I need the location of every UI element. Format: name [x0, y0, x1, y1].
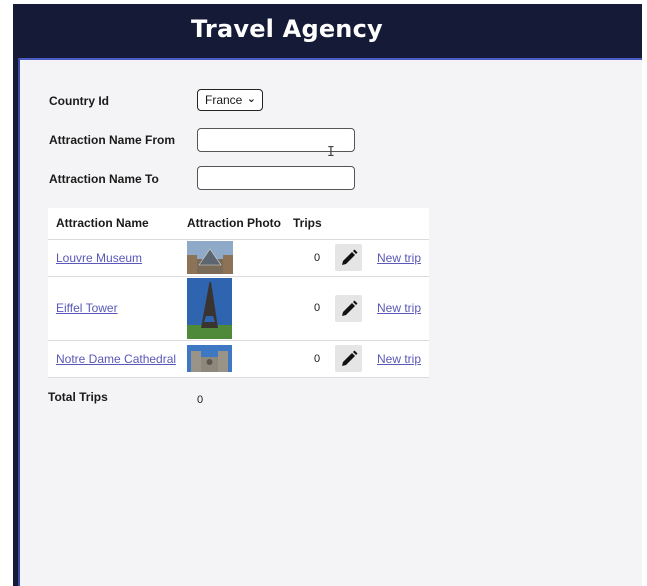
table-row: Notre Dame Cathedral 0 New trip — [48, 341, 429, 378]
total-trips-label: Total Trips — [48, 390, 108, 404]
column-header-attraction-photo: Attraction Photo — [187, 216, 281, 230]
table-row: Eiffel Tower 0 New trip — [48, 277, 429, 341]
table-row: Louvre Museum 0 New trip — [48, 239, 429, 277]
total-trips-value: 0 — [197, 394, 204, 406]
new-trip-link[interactable]: New trip — [377, 251, 421, 265]
attraction-name-to-input[interactable] — [197, 166, 355, 190]
column-header-trips: Trips — [293, 216, 322, 230]
new-trip-link[interactable]: New trip — [377, 352, 421, 366]
country-id-label: Country Id — [49, 94, 109, 108]
trips-count: 0 — [314, 302, 321, 314]
trips-count: 0 — [314, 252, 321, 264]
country-select[interactable]: France ⌄ — [197, 89, 263, 111]
attraction-link[interactable]: Notre Dame Cathedral — [56, 352, 176, 366]
app-title: Travel Agency — [191, 15, 383, 43]
chevron-down-icon: ⌄ — [246, 93, 256, 105]
pencil-icon — [341, 350, 357, 366]
new-trip-link[interactable]: New trip — [377, 301, 421, 315]
attraction-photo — [187, 241, 233, 274]
column-header-attraction-name: Attraction Name — [56, 216, 149, 230]
edit-button[interactable] — [335, 295, 362, 322]
side-rail — [13, 58, 20, 586]
edit-button[interactable] — [335, 244, 362, 271]
attraction-name-to-label: Attraction Name To — [49, 172, 159, 186]
text-cursor-icon: I — [327, 145, 335, 160]
trips-count: 0 — [314, 353, 321, 365]
attraction-link[interactable]: Eiffel Tower — [56, 301, 118, 315]
attractions-grid: Attraction Name Attraction Photo Trips L… — [48, 208, 429, 378]
pencil-icon — [341, 249, 357, 265]
app-header: Travel Agency — [13, 4, 642, 60]
pencil-icon — [341, 300, 357, 316]
edit-button[interactable] — [335, 345, 362, 372]
attraction-name-from-label: Attraction Name From — [49, 133, 176, 147]
attraction-photo — [187, 345, 232, 372]
attraction-photo — [187, 278, 232, 339]
attraction-link[interactable]: Louvre Museum — [56, 251, 142, 265]
grid-header: Attraction Name Attraction Photo Trips — [48, 208, 429, 240]
country-select-value: France — [205, 93, 243, 107]
